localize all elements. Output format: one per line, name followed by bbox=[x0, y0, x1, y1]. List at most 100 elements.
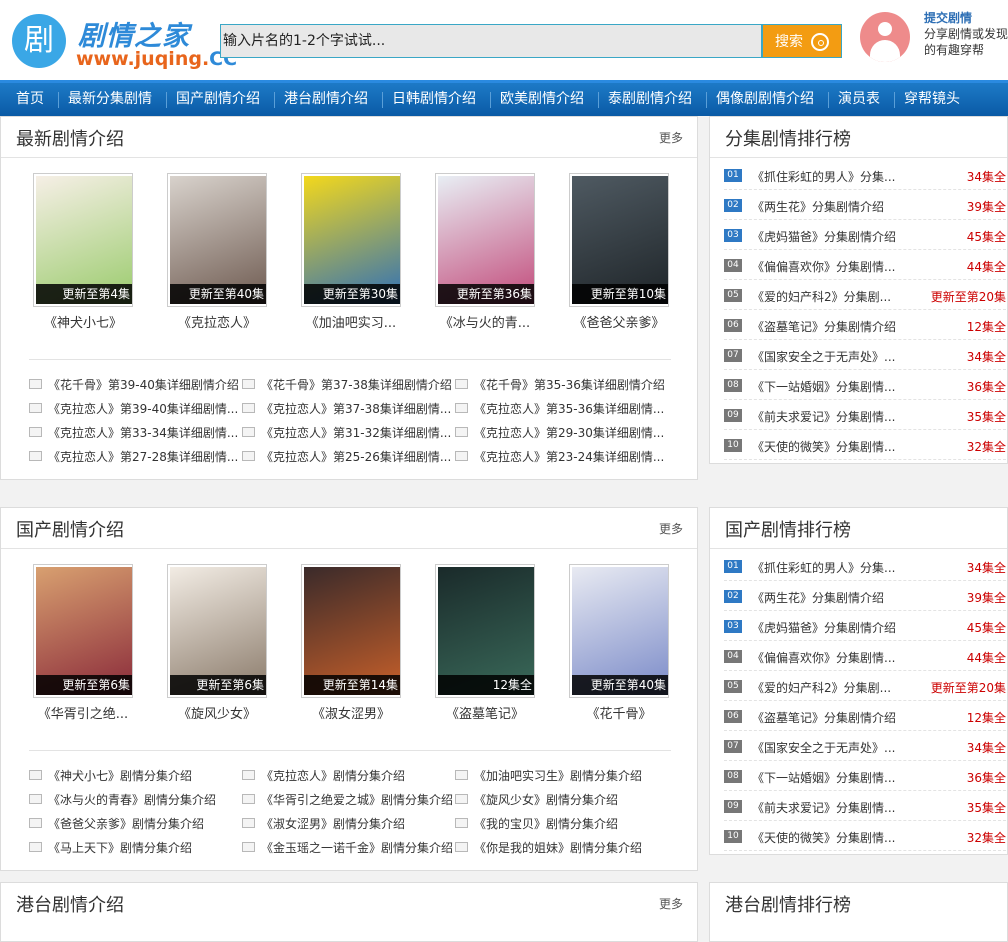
article-link[interactable]: 《克拉恋人》第31-32集详细剧情... bbox=[242, 424, 454, 441]
article-link[interactable]: 《克拉恋人》第39-40集详细剧情... bbox=[29, 400, 241, 417]
article-link[interactable]: 《克拉恋人》第33-34集详细剧情... bbox=[29, 424, 241, 441]
ranking-row[interactable]: 07 《国家安全之于无声处》... 34集全 bbox=[724, 340, 1006, 370]
ranking-row[interactable]: 08 《下一站婚姻》分集剧情... 36集全 bbox=[724, 370, 1006, 400]
nav-item[interactable]: 首页 bbox=[16, 83, 44, 116]
article-link[interactable]: 《花千骨》第37-38集详细剧情介绍 bbox=[242, 376, 454, 393]
article-link[interactable]: 《加油吧实习生》剧情分集介绍 bbox=[455, 767, 667, 784]
ranking-row[interactable]: 02 《两生花》分集剧情介绍 39集全 bbox=[724, 190, 1006, 220]
ranking-item-title[interactable]: 《两生花》分集剧情介绍 bbox=[752, 198, 922, 215]
poster-title[interactable]: 《淑女涩男》 bbox=[286, 703, 416, 722]
ranking-row[interactable]: 09 《前夫求爱记》分集剧情... 35集全 bbox=[724, 400, 1006, 430]
ranking-item-title[interactable]: 《两生花》分集剧情介绍 bbox=[752, 589, 922, 606]
nav-item[interactable]: 港台剧情介绍 bbox=[284, 83, 368, 116]
article-link[interactable]: 《冰与火的青春》剧情分集介绍 bbox=[29, 791, 241, 808]
ranking-item-title[interactable]: 《偏偏喜欢你》分集剧情... bbox=[752, 649, 922, 666]
poster-title[interactable]: 《神犬小七》 bbox=[18, 312, 148, 331]
logo-icon[interactable]: 剧 bbox=[12, 14, 66, 68]
article-link[interactable]: 《马上天下》剧情分集介绍 bbox=[29, 839, 241, 856]
ranking-row[interactable]: 03 《虎妈猫爸》分集剧情介绍 45集全 bbox=[724, 611, 1006, 641]
poster-title[interactable]: 《旋风少女》 bbox=[152, 703, 282, 722]
ranking-row[interactable]: 09 《前夫求爱记》分集剧情... 35集全 bbox=[724, 791, 1006, 821]
poster-card[interactable]: 更新至第4集 bbox=[33, 173, 133, 307]
ranking-item-title[interactable]: 《盗墓笔记》分集剧情介绍 bbox=[752, 709, 922, 726]
more-link[interactable]: 更多 bbox=[659, 129, 683, 146]
ranking-item-title[interactable]: 《抓住彩虹的男人》分集... bbox=[752, 168, 922, 185]
more-link[interactable]: 更多 bbox=[659, 520, 683, 537]
poster-card[interactable]: 12集全 bbox=[435, 564, 535, 698]
ranking-item-title[interactable]: 《天使的微笑》分集剧情... bbox=[752, 438, 922, 455]
poster-card[interactable]: 更新至第14集 bbox=[301, 564, 401, 698]
ranking-item-title[interactable]: 《国家安全之于无声处》... bbox=[752, 739, 922, 756]
ranking-row[interactable]: 06 《盗墓笔记》分集剧情介绍 12集全 bbox=[724, 701, 1006, 731]
article-link[interactable]: 《克拉恋人》第35-36集详细剧情... bbox=[455, 400, 667, 417]
ranking-item-title[interactable]: 《偏偏喜欢你》分集剧情... bbox=[752, 258, 922, 275]
article-link[interactable]: 《淑女涩男》剧情分集介绍 bbox=[242, 815, 454, 832]
poster-title[interactable]: 《加油吧实习... bbox=[286, 312, 416, 331]
ranking-item-title[interactable]: 《天使的微笑》分集剧情... bbox=[752, 829, 922, 846]
article-link[interactable]: 《克拉恋人》第29-30集详细剧情... bbox=[455, 424, 667, 441]
poster-title[interactable]: 《克拉恋人》 bbox=[152, 312, 282, 331]
poster-card[interactable]: 更新至第6集 bbox=[33, 564, 133, 698]
article-link[interactable]: 《旋风少女》剧情分集介绍 bbox=[455, 791, 667, 808]
poster-card[interactable]: 更新至第40集 bbox=[569, 564, 669, 698]
ranking-item-title[interactable]: 《下一站婚姻》分集剧情... bbox=[752, 769, 922, 786]
ranking-item-title[interactable]: 《爱的妇产科2》分集剧... bbox=[752, 288, 922, 305]
ranking-item-title[interactable]: 《盗墓笔记》分集剧情介绍 bbox=[752, 318, 922, 335]
avatar[interactable] bbox=[860, 12, 910, 62]
article-link[interactable]: 《克拉恋人》第23-24集详细剧情... bbox=[455, 448, 667, 465]
article-link[interactable]: 《克拉恋人》第37-38集详细剧情... bbox=[242, 400, 454, 417]
poster-card[interactable]: 更新至第40集 bbox=[167, 173, 267, 307]
article-link[interactable]: 《华胥引之绝爱之城》剧情分集介绍 bbox=[242, 791, 454, 808]
ranking-row[interactable]: 04 《偏偏喜欢你》分集剧情... 44集全 bbox=[724, 641, 1006, 671]
ranking-row[interactable]: 05 《爱的妇产科2》分集剧... 更新至第20集 bbox=[724, 280, 1006, 310]
ranking-row[interactable]: 10 《天使的微笑》分集剧情... 32集全 bbox=[724, 430, 1006, 460]
ranking-item-title[interactable]: 《爱的妇产科2》分集剧... bbox=[752, 679, 922, 696]
nav-item[interactable]: 欧美剧情介绍 bbox=[500, 83, 584, 116]
ranking-item-title[interactable]: 《前夫求爱记》分集剧情... bbox=[752, 408, 922, 425]
poster-card[interactable]: 更新至第30集 bbox=[301, 173, 401, 307]
ranking-row[interactable]: 04 《偏偏喜欢你》分集剧情... 44集全 bbox=[724, 250, 1006, 280]
poster-title[interactable]: 《爸爸父亲爹》 bbox=[554, 312, 684, 331]
ranking-row[interactable]: 07 《国家安全之于无声处》... 34集全 bbox=[724, 731, 1006, 761]
article-link[interactable]: 《我的宝贝》剧情分集介绍 bbox=[455, 815, 667, 832]
article-link[interactable]: 《克拉恋人》剧情分集介绍 bbox=[242, 767, 454, 784]
poster-card[interactable]: 更新至第36集 bbox=[435, 173, 535, 307]
poster-title[interactable]: 《盗墓笔记》 bbox=[420, 703, 550, 722]
poster-title[interactable]: 《华胥引之绝... bbox=[18, 703, 148, 722]
poster-card[interactable]: 更新至第10集 bbox=[569, 173, 669, 307]
ranking-item-title[interactable]: 《国家安全之于无声处》... bbox=[752, 348, 922, 365]
poster-title[interactable]: 《花千骨》 bbox=[554, 703, 684, 722]
poster-card[interactable]: 更新至第6集 bbox=[167, 564, 267, 698]
ranking-item-title[interactable]: 《虎妈猫爸》分集剧情介绍 bbox=[752, 228, 922, 245]
search-button[interactable]: 搜索 bbox=[762, 24, 842, 58]
article-link[interactable]: 《神犬小七》剧情分集介绍 bbox=[29, 767, 241, 784]
nav-item[interactable]: 国产剧情介绍 bbox=[176, 83, 260, 116]
article-link[interactable]: 《你是我的姐妹》剧情分集介绍 bbox=[455, 839, 667, 856]
ranking-row[interactable]: 05 《爱的妇产科2》分集剧... 更新至第20集 bbox=[724, 671, 1006, 701]
nav-item[interactable]: 泰剧剧情介绍 bbox=[608, 83, 692, 116]
poster-title[interactable]: 《冰与火的青... bbox=[420, 312, 550, 331]
article-link[interactable]: 《花千骨》第35-36集详细剧情介绍 bbox=[455, 376, 667, 393]
article-link[interactable]: 《花千骨》第39-40集详细剧情介绍 bbox=[29, 376, 241, 393]
ranking-row[interactable]: 02 《两生花》分集剧情介绍 39集全 bbox=[724, 581, 1006, 611]
nav-item[interactable]: 最新分集剧情 bbox=[68, 83, 152, 116]
ranking-item-title[interactable]: 《虎妈猫爸》分集剧情介绍 bbox=[752, 619, 922, 636]
ranking-row[interactable]: 03 《虎妈猫爸》分集剧情介绍 45集全 bbox=[724, 220, 1006, 250]
ranking-row[interactable]: 06 《盗墓笔记》分集剧情介绍 12集全 bbox=[724, 310, 1006, 340]
nav-item[interactable]: 日韩剧情介绍 bbox=[392, 83, 476, 116]
article-link[interactable]: 《金玉瑶之一诺千金》剧情分集介绍 bbox=[242, 839, 454, 856]
ranking-row[interactable]: 01 《抓住彩虹的男人》分集... 34集全 bbox=[724, 551, 1006, 581]
more-link[interactable]: 更多 bbox=[659, 895, 683, 912]
search-input[interactable]: 输入片名的1-2个字试试... bbox=[220, 24, 762, 58]
article-link[interactable]: 《克拉恋人》第27-28集详细剧情... bbox=[29, 448, 241, 465]
nav-item[interactable]: 偶像剧剧情介绍 bbox=[716, 83, 814, 116]
nav-item[interactable]: 演员表 bbox=[838, 83, 880, 116]
ranking-row[interactable]: 10 《天使的微笑》分集剧情... 32集全 bbox=[724, 821, 1006, 851]
ranking-item-title[interactable]: 《前夫求爱记》分集剧情... bbox=[752, 799, 922, 816]
ranking-item-title[interactable]: 《抓住彩虹的男人》分集... bbox=[752, 559, 922, 576]
ranking-item-title[interactable]: 《下一站婚姻》分集剧情... bbox=[752, 378, 922, 395]
ranking-row[interactable]: 01 《抓住彩虹的男人》分集... 34集全 bbox=[724, 160, 1006, 190]
article-link[interactable]: 《爸爸父亲爹》剧情分集介绍 bbox=[29, 815, 241, 832]
article-link[interactable]: 《克拉恋人》第25-26集详细剧情... bbox=[242, 448, 454, 465]
nav-item[interactable]: 穿帮镜头 bbox=[904, 83, 960, 116]
